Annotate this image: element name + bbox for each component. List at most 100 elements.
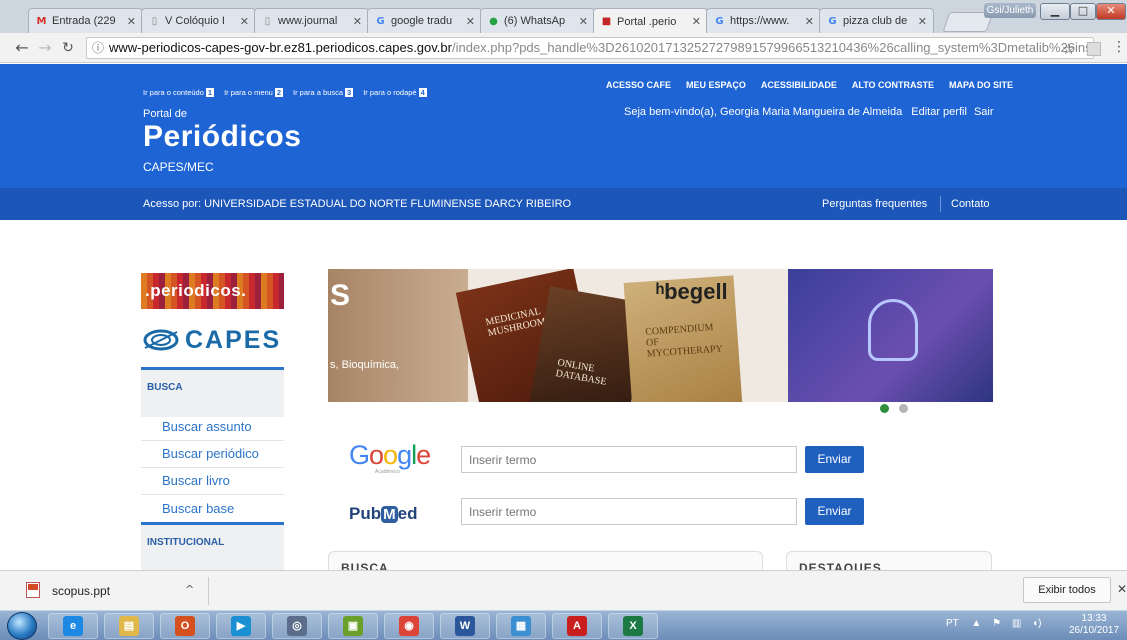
carousel-dot[interactable]: [880, 404, 889, 413]
system-tray: PT ▲ ⚑ ▥ ◖): [946, 618, 1041, 629]
acrobat-icon: A: [567, 616, 587, 636]
capes-logo[interactable]: CAPES: [143, 322, 281, 358]
gmail-icon: M: [36, 15, 47, 27]
carousel-dot[interactable]: [899, 404, 908, 413]
close-tab-icon[interactable]: ✕: [805, 15, 814, 28]
start-button-icon[interactable]: [7, 612, 37, 640]
close-window-button[interactable]: ✕: [1096, 3, 1126, 20]
carousel-dots: [880, 404, 908, 413]
top-link[interactable]: MAPA DO SITE: [949, 80, 1013, 90]
close-tab-icon[interactable]: ✕: [918, 15, 927, 28]
pubmed-send-button[interactable]: Enviar: [805, 498, 864, 525]
tray-arrow-icon[interactable]: ▲: [971, 618, 981, 629]
skip-link[interactable]: Ir para o menu 2: [224, 88, 284, 97]
google-scholar-search-input[interactable]: [461, 446, 797, 473]
chevron-up-icon[interactable]: ^: [185, 583, 194, 596]
reload-icon[interactable]: ↻: [58, 38, 78, 58]
maximize-button[interactable]: □: [1070, 3, 1096, 20]
info-icon[interactable]: ⓘ: [92, 38, 104, 58]
extension-icon[interactable]: [1087, 42, 1101, 56]
divider: [940, 196, 941, 212]
browser-tab[interactable]: Gpizza club de ✕: [819, 8, 934, 33]
taskbar-app-button[interactable]: e: [48, 613, 98, 639]
browser-menu-icon[interactable]: ⋮: [1112, 39, 1126, 55]
banner-text: S: [330, 279, 351, 312]
skip-link[interactable]: Ir para o conteúdo 1: [143, 88, 215, 97]
forward-icon[interactable]: →: [35, 38, 55, 58]
profile-button[interactable]: Gsi/Julieth: [984, 3, 1036, 18]
top-link[interactable]: MEU ESPAÇO: [686, 80, 746, 90]
taskbar-app-button[interactable]: ▤: [104, 613, 154, 639]
publisher-name: begell: [664, 279, 728, 304]
begell-icon: ʰ: [656, 279, 665, 304]
top-link[interactable]: ACESSO CAFE: [606, 80, 671, 90]
close-shelf-icon[interactable]: ✕: [1117, 582, 1127, 596]
google-icon: G: [376, 15, 385, 27]
flag-icon[interactable]: ⚑: [992, 618, 1001, 629]
taskbar-app-button[interactable]: ▣: [328, 613, 378, 639]
download-item[interactable]: scopus.ppt ^: [8, 579, 208, 605]
site-title[interactable]: Periódicos: [143, 120, 301, 154]
taskbar-app-button[interactable]: ▶: [216, 613, 266, 639]
browser-tab[interactable]: ■ Portal .perio ✕: [593, 8, 708, 34]
browser-tab[interactable]: Ggoogle tradu ✕: [367, 8, 482, 33]
clock[interactable]: 13:33 26/10/2017: [1069, 613, 1119, 637]
periodicos-logo[interactable]: .periodicos.: [141, 273, 284, 309]
logout-link[interactable]: Sair: [974, 106, 994, 118]
volume-icon[interactable]: ◖): [1032, 618, 1041, 629]
edit-profile-link[interactable]: Editar perfil: [911, 106, 967, 118]
top-link[interactable]: ACESSIBILIDADE: [761, 80, 837, 90]
carousel-banner[interactable]: S s, Bioquímica, Medicinal Mushrooms Onl…: [328, 269, 993, 402]
sidebar-item-buscar-periodico[interactable]: Buscar periódico: [162, 446, 259, 461]
excel-icon: X: [623, 616, 643, 636]
browser-tab[interactable]: M Entrada (229 ✕: [28, 8, 143, 33]
close-tab-icon[interactable]: ✕: [579, 15, 588, 28]
taskbar-app-button[interactable]: W: [440, 613, 490, 639]
browser-tab[interactable]: ▯ V Colóquio I ✕: [141, 8, 256, 33]
faq-link[interactable]: Perguntas frequentes: [822, 198, 927, 210]
google-scholar-send-button[interactable]: Enviar: [805, 446, 864, 473]
sidebar-item-buscar-assunto[interactable]: Buscar assunto: [162, 419, 252, 434]
bookmark-star-icon[interactable]: ☆: [1062, 40, 1075, 58]
taskbar-app-button[interactable]: X: [608, 613, 658, 639]
busca-heading: BUSCA: [141, 367, 284, 417]
skip-link[interactable]: Ir para o rodapé 4: [363, 88, 427, 97]
browser-tab[interactable]: ▯ www.journal ✕: [254, 8, 369, 33]
address-bar[interactable]: ⓘ www-periodicos-capes-gov-br.ez81.perio…: [86, 37, 1094, 59]
contact-link[interactable]: Contato: [951, 198, 990, 210]
taskbar-app-button[interactable]: ▦: [496, 613, 546, 639]
sidebar-item-buscar-livro[interactable]: Buscar livro: [162, 473, 230, 488]
close-tab-icon[interactable]: ✕: [692, 15, 701, 28]
whatsapp-icon: ●: [489, 15, 498, 27]
minimize-button[interactable]: ▁: [1040, 3, 1070, 20]
browser-tab[interactable]: Ghttps://www. ✕: [706, 8, 821, 33]
ie-icon: e: [63, 616, 83, 636]
show-all-downloads-button[interactable]: Exibir todos: [1023, 577, 1111, 603]
close-tab-icon[interactable]: ✕: [466, 15, 475, 28]
close-tab-icon[interactable]: ✕: [127, 15, 136, 28]
divider: [141, 467, 284, 468]
top-link[interactable]: ALTO CONTRASTE: [852, 80, 934, 90]
taskbar-app-button[interactable]: ◎: [272, 613, 322, 639]
pubmed-logo-part: Pub: [349, 504, 382, 523]
google-logo-letter: o: [383, 440, 398, 470]
pubmed-search-input[interactable]: [461, 498, 797, 525]
taskbar-app-button[interactable]: A: [552, 613, 602, 639]
busca-panel: BUSCA: [328, 551, 763, 570]
chrome-icon: ◉: [399, 616, 419, 636]
access-institution: Acesso por: UNIVERSIDADE ESTADUAL DO NOR…: [143, 198, 572, 210]
taskbar-app-button[interactable]: O: [160, 613, 210, 639]
google-scholar-sublabel: Acadêmico: [375, 469, 400, 475]
close-tab-icon[interactable]: ✕: [240, 15, 249, 28]
browser-tab[interactable]: ● (6) WhatsAp ✕: [480, 8, 595, 33]
network-tray-icon[interactable]: ▥: [1012, 618, 1021, 629]
skip-link[interactable]: Ir para a busca 3: [293, 88, 354, 97]
capes-mec-label: CAPES/MEC: [143, 160, 214, 174]
taskbar-app-button[interactable]: ◉: [384, 613, 434, 639]
network-icon: ◎: [287, 616, 307, 636]
sidebar-item-buscar-base[interactable]: Buscar base: [162, 501, 234, 516]
clock-date: 26/10/2017: [1069, 625, 1120, 636]
back-icon[interactable]: ←: [12, 38, 32, 58]
close-tab-icon[interactable]: ✕: [353, 15, 362, 28]
language-indicator[interactable]: PT: [946, 618, 959, 629]
